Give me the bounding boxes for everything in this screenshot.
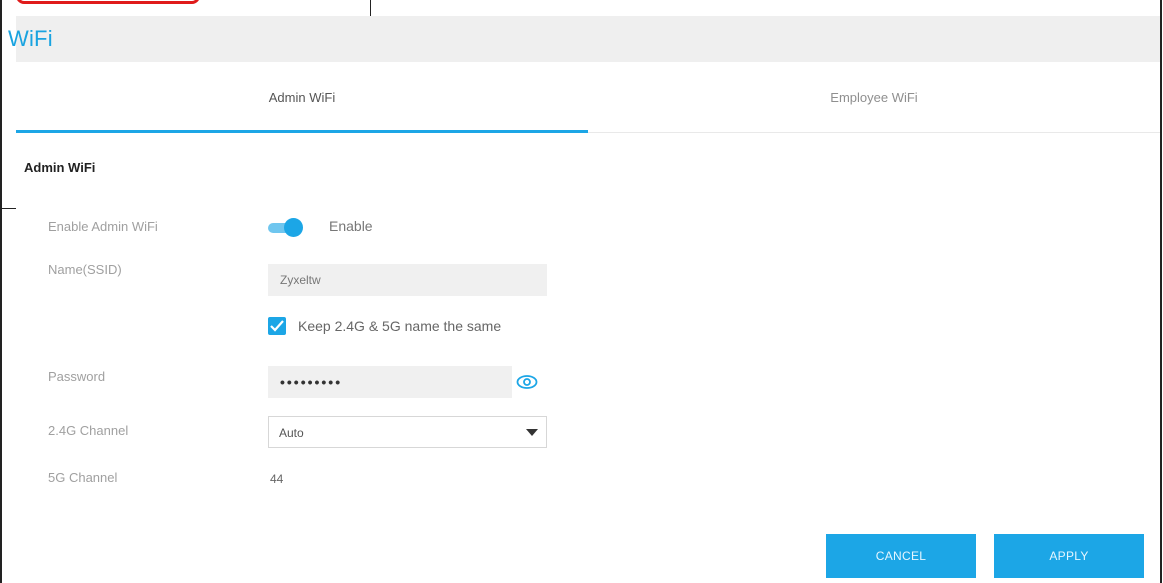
ssid-label: Name(SSID): [48, 262, 122, 277]
eye-icon[interactable]: [516, 374, 538, 389]
checkmark-icon: [270, 320, 284, 332]
tab-admin-wifi[interactable]: Admin WiFi: [16, 62, 588, 133]
wifi-panel: WiFi Admin WiFi Employee WiFi: [8, 16, 1160, 583]
panel-title: WiFi: [8, 26, 53, 51]
screenshot-root: WiFi Admin WiFi Employee WiFi Admin WiFi…: [0, 0, 1163, 583]
password-label: Password: [48, 369, 106, 384]
eye-icon-svg: [516, 375, 538, 389]
keep-same-name-label: Keep 2.4G & 5G name the same: [298, 318, 502, 334]
ssid-input[interactable]: [268, 264, 547, 296]
keep-same-name-checkbox[interactable]: [268, 317, 286, 335]
enable-admin-wifi-label: Enable Admin WiFi: [48, 219, 158, 234]
section-title: Admin WiFi: [24, 160, 96, 175]
right-border: [1160, 0, 1162, 583]
channel-24-value: Auto: [279, 426, 304, 440]
channel-24-select[interactable]: Auto: [268, 416, 547, 448]
chevron-down-icon: [526, 429, 538, 436]
left-tick-line: [0, 208, 16, 209]
channel-24-label: 2.4G Channel: [48, 423, 129, 438]
channel-5-label: 5G Channel: [48, 470, 118, 485]
tab-employee-wifi[interactable]: Employee WiFi: [588, 62, 1160, 132]
apply-button[interactable]: APPLY: [994, 534, 1144, 578]
toggle-state-label: Enable: [329, 218, 373, 234]
channel-5-value: 44: [270, 472, 284, 486]
red-callout-fragment: [16, 0, 200, 4]
toggle-knob: [284, 218, 303, 237]
left-border: [0, 0, 2, 583]
enable-admin-wifi-toggle[interactable]: [268, 218, 303, 237]
cancel-button[interactable]: CANCEL: [826, 534, 976, 578]
panel-header: WiFi: [8, 16, 1160, 62]
password-input[interactable]: [268, 366, 512, 398]
tab-bar: Admin WiFi Employee WiFi: [16, 62, 1160, 133]
